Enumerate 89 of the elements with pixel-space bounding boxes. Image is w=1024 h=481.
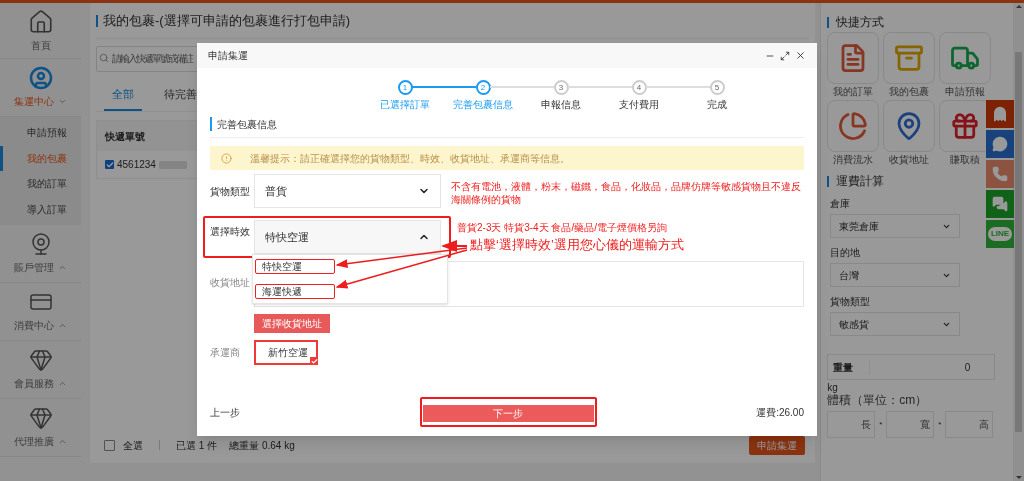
- close-icon[interactable]: [795, 50, 806, 61]
- field-label: 承運商: [210, 346, 241, 360]
- alert-icon: [221, 152, 232, 164]
- column-header: 快遞單號: [105, 129, 145, 144]
- chat-bubbles-icon: [992, 196, 1008, 212]
- shortcut-label: 申請預報: [945, 86, 986, 98]
- contact-button[interactable]: [986, 190, 1014, 218]
- maximize-icon[interactable]: [780, 50, 790, 61]
- nav-item[interactable]: 賬戶管理: [14, 260, 54, 275]
- chat-icon: [992, 136, 1008, 152]
- select-field[interactable]: 普貨: [254, 174, 441, 208]
- phone-icon: [992, 166, 1008, 182]
- contact-button[interactable]: [986, 100, 1014, 128]
- row-checkbox[interactable]: [105, 160, 114, 169]
- line-button[interactable]: LINE: [986, 220, 1014, 248]
- shortcut-tile[interactable]: [883, 100, 936, 152]
- previous-link[interactable]: 上一步: [210, 404, 240, 420]
- shortcut-tile[interactable]: [883, 32, 936, 84]
- dimension-field[interactable]: 長: [827, 411, 876, 438]
- shortcut-label: 我的訂單: [833, 86, 874, 98]
- nav-item[interactable]: 集運中心: [14, 94, 54, 109]
- dimension-field[interactable]: 高: [945, 411, 994, 438]
- hint-text: 不含有電池，液體，粉末，磁鐵，食品，化妝品，品牌仿牌等敏感貨物且不違反海關條例的貨物: [451, 180, 801, 206]
- hint-text: 普貨2-3天 特貨3-4天 食品/藥品/電子煙價格另詢: [457, 221, 668, 235]
- field-label: 收貨地址: [210, 276, 251, 290]
- submenu-item[interactable]: 我的包裹: [0, 145, 81, 171]
- shortcut-tile[interactable]: [827, 32, 880, 84]
- times-sign: *: [938, 418, 942, 431]
- checkbox[interactable]: [104, 439, 115, 451]
- nav-item[interactable]: 消費中心: [14, 318, 54, 333]
- select-field[interactable]: 台灣: [830, 263, 961, 287]
- ghost-icon: [992, 106, 1008, 122]
- shortcut-tile[interactable]: [939, 32, 992, 84]
- section-heading: 運費計算: [836, 173, 885, 190]
- box-icon: [894, 43, 925, 73]
- unit-label: kg: [827, 382, 838, 393]
- nav-item[interactable]: 首頁: [30, 37, 51, 53]
- table-cell-text: 4561234: [117, 158, 156, 172]
- shortcut-label: 我的包裹: [889, 86, 930, 98]
- tab[interactable]: 全部: [104, 80, 142, 111]
- total-weight: 總重量 0.64 kg: [229, 438, 295, 453]
- step-label: 完善包裹信息: [453, 98, 513, 112]
- checkbox-label: 全選: [123, 438, 143, 453]
- select-address-button[interactable]: 選擇收貨地址: [254, 314, 330, 333]
- contact-button[interactable]: [986, 160, 1014, 188]
- scrollbar[interactable]: [1013, 3, 1024, 481]
- shortcut-tile[interactable]: [827, 100, 880, 152]
- submenu-item[interactable]: 我的訂單: [0, 171, 81, 197]
- step-label: 已選擇訂單: [380, 98, 430, 112]
- submenu-item[interactable]: 申請預報: [0, 120, 81, 146]
- select-field[interactable]: 敏感貨: [830, 312, 961, 336]
- nav-item[interactable]: 會員服務: [14, 376, 54, 391]
- shortcut-label: 賺取積: [950, 154, 981, 166]
- field-label: 目的地: [830, 247, 862, 259]
- dialog-title: 申請集運: [208, 49, 248, 63]
- weight-field[interactable]: 重量 0: [827, 354, 996, 380]
- step-label: 申報信息: [541, 98, 581, 112]
- section-title: 完善包裹信息: [217, 119, 277, 130]
- contact-button[interactable]: [986, 130, 1014, 158]
- select-field[interactable]: 東莞倉庫: [830, 214, 961, 238]
- gift-icon: [950, 111, 981, 141]
- field-label: 選擇時效: [210, 225, 251, 239]
- shipping-fee: 運費:26.00: [756, 405, 804, 420]
- times-sign: *: [879, 418, 883, 431]
- field-label: 體積（單位：cm）: [827, 393, 929, 407]
- submenu-item[interactable]: 導入訂單: [0, 196, 81, 222]
- check-icon: [310, 357, 318, 365]
- pie-chart-icon: [838, 111, 869, 141]
- page-title: 我的包裹-(選擇可申請的包裹進行打包申請): [103, 11, 350, 30]
- search-icon: [99, 53, 109, 63]
- step-label: 完成: [707, 98, 727, 112]
- shortcut-label: 消費流水: [833, 154, 874, 166]
- nav-item[interactable]: 代理推廣: [14, 434, 54, 449]
- next-button[interactable]: 下一步: [422, 405, 594, 422]
- carrier-option[interactable]: 新竹空運: [254, 340, 318, 365]
- house-icon: [27, 8, 54, 35]
- field-label: 貨物類型: [830, 296, 872, 308]
- field-label: 貨物類型: [210, 185, 251, 199]
- select-field[interactable]: 特快空運: [254, 220, 441, 254]
- dropdown-option[interactable]: 海運快遞: [255, 284, 335, 299]
- notice-banner: 溫馨提示：請正確選擇您的貨物類型、時效、收貨地址、承運商等信息。: [210, 146, 804, 170]
- selected-count: 已選 1 件: [176, 438, 218, 453]
- annotation-text: 點擊‘選擇時效’選用您心儀的運輸方式: [470, 236, 684, 254]
- field-label: 倉庫: [830, 198, 852, 210]
- dropdown-option[interactable]: 特快空運: [255, 259, 335, 274]
- section-heading: 快捷方式: [836, 14, 885, 31]
- shortcut-label: 收貨地址: [889, 154, 930, 166]
- dimension-field[interactable]: 寬: [886, 411, 935, 438]
- step-label: 支付費用: [619, 98, 659, 112]
